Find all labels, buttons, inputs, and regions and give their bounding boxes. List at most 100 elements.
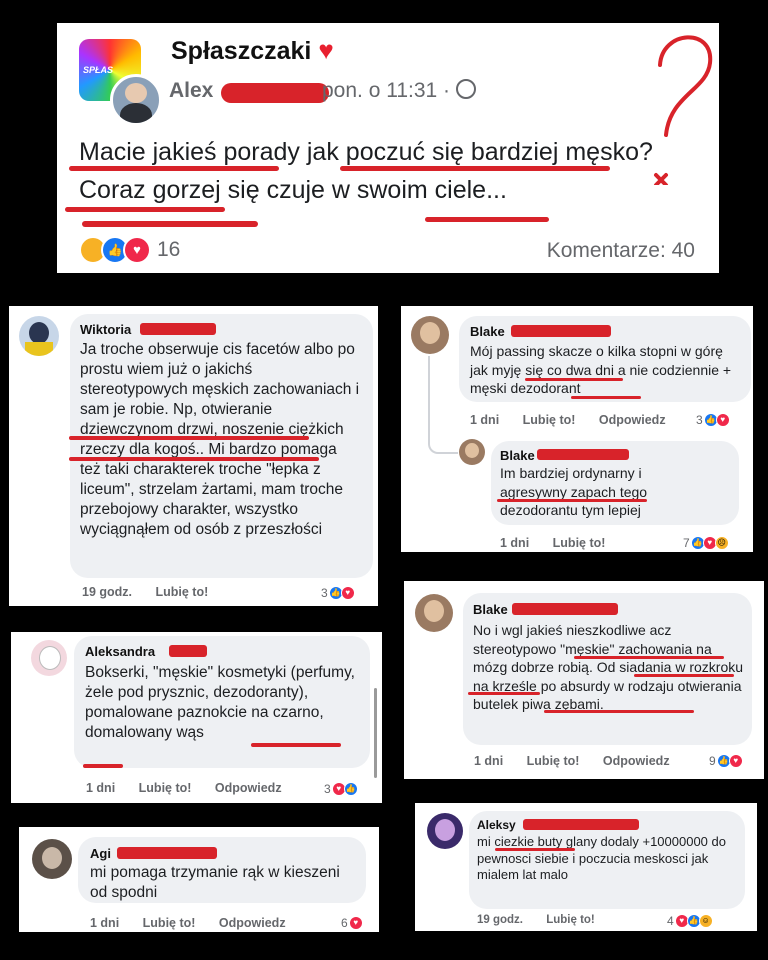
heart-icon: ♥: [318, 35, 334, 65]
redaction-bar: [523, 819, 639, 830]
comment-author[interactable]: Blake: [473, 602, 508, 617]
comment-actions: 19 godz. Lubię to!: [82, 585, 228, 599]
comment-author[interactable]: Wiktoria: [80, 322, 131, 337]
redaction-bar: [117, 847, 217, 859]
comment-time[interactable]: 19 godz.: [82, 585, 132, 599]
annotation-underline: [634, 674, 734, 677]
like-button[interactable]: Lubię to!: [527, 754, 580, 768]
annotation-underline: [69, 436, 309, 440]
comment-text: No i wgl jakieś nieszkodliwe acz stereot…: [473, 622, 744, 712]
avatar[interactable]: [411, 316, 449, 354]
redaction-bar: [140, 323, 216, 335]
comment-actions: 19 godz. Lubię to!: [477, 914, 615, 926]
annotation-underline: [82, 221, 258, 227]
comment-panel-wiktoria: Wiktoria Ja troche obserwuje cis facetów…: [9, 306, 378, 606]
like-button[interactable]: Lubię to!: [139, 781, 192, 795]
redaction-bar: [221, 83, 329, 103]
comment-author[interactable]: Blake: [470, 324, 505, 339]
post-author[interactable]: Alex: [169, 79, 213, 103]
annotation-underline: [571, 396, 641, 399]
comment-time[interactable]: 1 dni: [470, 413, 499, 427]
reaction-count[interactable]: 6 ♥: [341, 916, 363, 930]
redaction-bar: [511, 325, 611, 337]
comment-author[interactable]: Blake: [500, 448, 535, 463]
avatar[interactable]: [19, 316, 59, 356]
author-avatar[interactable]: [110, 74, 162, 126]
avatar[interactable]: [459, 439, 485, 465]
scrollbar[interactable]: [374, 688, 377, 778]
love-icon: ♥: [715, 413, 730, 427]
avatar[interactable]: [415, 594, 453, 632]
redaction-bar: [169, 645, 207, 657]
reply-button[interactable]: Odpowiedz: [219, 916, 286, 930]
comment-text: Mój passing skacze o kilka stopni w górę…: [470, 343, 732, 396]
reaction-count[interactable]: 3 👍 ♥: [696, 413, 730, 427]
annotation-underline: [574, 656, 724, 659]
avatar[interactable]: [427, 813, 463, 849]
comment-panel-aleksy: Aleksy mi ciezkie buty glany dodaly +100…: [415, 803, 757, 931]
like-button[interactable]: Lubię to!: [156, 585, 209, 599]
annotation-underline: [340, 166, 610, 171]
comment-text: mi pomaga trzymanie rąk w kieszeni od sp…: [90, 864, 340, 901]
comment-time[interactable]: 1 dni: [474, 754, 503, 768]
love-icon: ♥: [340, 586, 355, 600]
comment-actions: 1 dni Lubię to! Odpowiedz: [470, 413, 686, 427]
annotation-underline: [83, 764, 123, 768]
like-button[interactable]: Lubię to!: [143, 916, 196, 930]
annotation-underline: [65, 207, 225, 212]
comment-text: Ja troche obserwuje cis facetów albo po …: [80, 341, 360, 538]
comment-time[interactable]: 1 dni: [500, 536, 529, 550]
reaction-count[interactable]: 9 👍 ♥: [709, 754, 743, 768]
reply-button[interactable]: Odpowiedz: [599, 413, 666, 427]
reaction-count: 16: [157, 238, 181, 261]
annotation-underline: [544, 710, 694, 713]
group-name[interactable]: Spłaszczaki ♥: [171, 35, 334, 66]
reaction-count[interactable]: 4 ♥ 👍 ☺: [667, 914, 713, 928]
comment-panel-blake-2: Blake No i wgl jakieś nieszkodliwe acz s…: [404, 581, 764, 779]
comment-panel-blake-1: Blake Mój passing skacze o kilka stopni …: [401, 306, 753, 552]
reaction-count[interactable]: 3 👍 ♥: [321, 586, 355, 600]
annotation-underline: [425, 217, 549, 222]
comment-author[interactable]: Aleksy: [477, 818, 516, 832]
annotation-underline: [69, 457, 319, 461]
post-card: SPŁAS Spłaszczaki ♥ Alex pon. o 11:31 · …: [57, 23, 719, 273]
reply-button[interactable]: Odpowiedz: [215, 781, 282, 795]
comment-panel-agi: Agi mi pomaga trzymanie rąk w kieszeni o…: [19, 827, 379, 932]
annotation-underline: [251, 743, 341, 747]
annotation-underline: [495, 848, 575, 851]
annotation-underline: [468, 692, 540, 695]
comment-text: Im bardziej ordynarny i agresywny zapach…: [500, 465, 648, 518]
post-reactions[interactable]: 👍 ♥ 16: [79, 236, 180, 264]
post-time[interactable]: pon. o 11:31 ·: [322, 79, 476, 103]
comment-time[interactable]: 19 godz.: [477, 914, 523, 926]
comment-text: Bokserki, "męskie" kosmetyki (perfumy, ż…: [85, 664, 355, 741]
reaction-count[interactable]: 3 ♥ 👍: [324, 782, 358, 796]
haha-icon: ☺: [698, 914, 713, 928]
comment-panel-aleksandra: Aleksandra Bokserki, "męskie" kosmetyki …: [11, 632, 382, 803]
reaction-count[interactable]: 7 👍 ♥ ☹: [683, 536, 729, 550]
love-icon: ♥: [123, 236, 151, 264]
avatar[interactable]: [32, 839, 72, 879]
redaction-bar: [512, 603, 618, 615]
annotation-underline: [497, 499, 647, 502]
love-icon: ♥: [728, 754, 743, 768]
comment-author[interactable]: Aleksandra: [85, 644, 155, 659]
comment-time[interactable]: 1 dni: [90, 916, 119, 930]
group-logo-text: SPŁAS: [83, 65, 114, 75]
comment-actions: 1 dni Lubię to!: [500, 536, 625, 550]
like-button[interactable]: Lubię to!: [523, 413, 576, 427]
like-button[interactable]: Lubię to!: [546, 914, 595, 926]
comment-author[interactable]: Agi: [90, 846, 111, 861]
comment-actions: 1 dni Lubię to! Odpowiedz: [86, 781, 302, 795]
sad-icon: ☹: [714, 536, 729, 550]
comment-time[interactable]: 1 dni: [86, 781, 115, 795]
comment-text: mi ciezkie buty glany dodaly +10000000 d…: [477, 834, 726, 882]
comments-count[interactable]: Komentarze: 40: [547, 239, 695, 263]
reply-button[interactable]: Odpowiedz: [603, 754, 670, 768]
annotation-underline: [525, 378, 623, 381]
avatar[interactable]: [31, 640, 67, 676]
redaction-bar: [537, 449, 629, 460]
post-text: Macie jakieś porady jak poczuć się bardz…: [79, 138, 653, 204]
thread-connector: [428, 356, 458, 454]
like-button[interactable]: Lubię to!: [553, 536, 606, 550]
